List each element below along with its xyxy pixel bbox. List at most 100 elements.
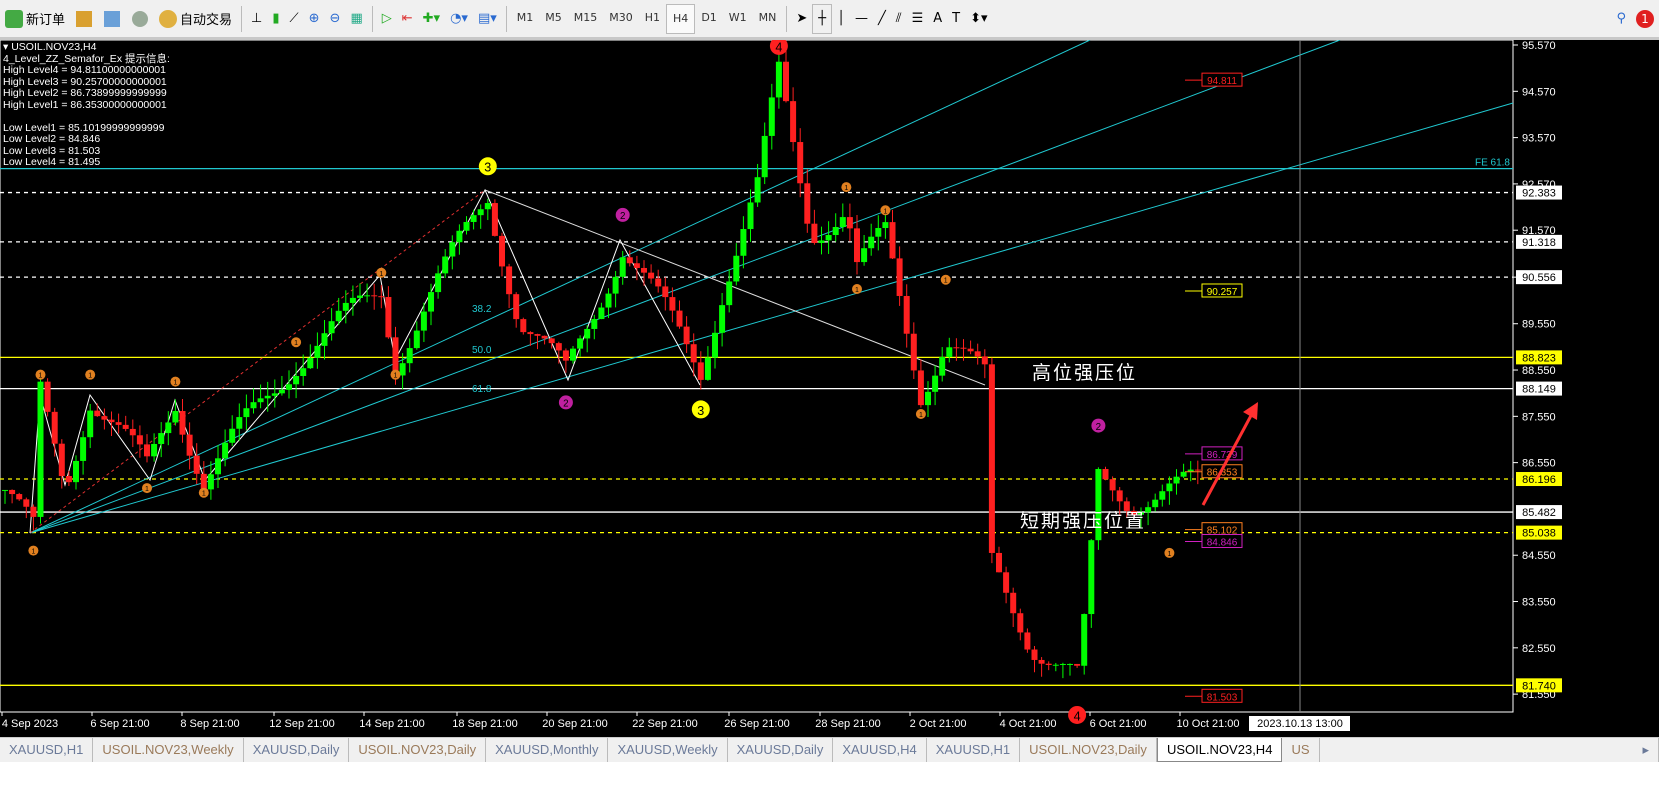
chart-tab[interactable]: XAUUSD,H1 — [0, 738, 94, 762]
x-tick-label: 4 Sep 2023 — [2, 718, 58, 730]
candle — [286, 370, 292, 399]
candle-body — [974, 351, 981, 357]
timeframe-m30[interactable]: M30 — [603, 4, 639, 32]
crosshair-icon[interactable]: ┼ — [812, 3, 833, 34]
text-label-icon[interactable]: T — [947, 5, 965, 33]
candle-body — [1152, 499, 1159, 508]
timeframe-h4[interactable]: H4 — [666, 3, 696, 34]
search-icon[interactable]: ⚲ — [1611, 5, 1631, 33]
candle — [335, 297, 342, 326]
chart-tab[interactable]: USOIL.NOV23,Daily — [349, 738, 487, 762]
timeframe-m1[interactable]: M1 — [511, 4, 540, 32]
indicators-icon[interactable]: ✚▾ — [418, 5, 445, 33]
vertical-line-icon[interactable]: │ — [832, 5, 850, 33]
zoom-out-icon[interactable]: ⊖ — [325, 5, 346, 33]
candle-body — [1173, 476, 1180, 484]
templates-icon[interactable]: ▤▾ — [473, 5, 502, 33]
candle — [598, 302, 605, 320]
candle-body — [428, 292, 434, 312]
candle — [435, 265, 442, 299]
candle-body — [541, 335, 548, 339]
new-order-button[interactable]: 新订单 — [0, 5, 70, 33]
periods-icon[interactable]: ◔▾ — [445, 5, 473, 33]
high-resistance-label: 高位强压位 — [1032, 362, 1138, 384]
chart-shift-icon[interactable]: ⇤ — [397, 5, 418, 33]
candle-body — [264, 395, 271, 399]
candle-body — [1003, 572, 1010, 593]
cursor-icon[interactable]: ➤ — [791, 5, 812, 33]
chart-tab[interactable]: USOIL.NOV23,H4 — [1156, 738, 1283, 762]
timeframe-m15[interactable]: M15 — [568, 4, 604, 32]
candle — [342, 290, 349, 324]
semafor-number: 1 — [1167, 551, 1171, 558]
candle-body — [16, 494, 23, 500]
timeframe-w1[interactable]: W1 — [723, 4, 753, 32]
chart-tab[interactable]: XAUUSD,Daily — [244, 738, 350, 762]
candle-body — [23, 499, 30, 507]
candle — [939, 347, 946, 382]
candle-body — [413, 330, 420, 349]
candle-body — [165, 422, 172, 434]
candle-body — [399, 363, 406, 376]
bar-chart-icon[interactable]: ⊥ — [246, 5, 267, 33]
candle-body — [1088, 540, 1095, 615]
candle — [477, 204, 484, 229]
chart-window[interactable]: FE 61.8 38.2 50.0 61.8 4 3 3 4 2 2 2 1 1 1 1 1 1 1 1 1 1 1 1 1 1… — [0, 36, 1659, 737]
candle-body — [94, 410, 101, 417]
candle-body — [520, 319, 527, 333]
candle — [442, 249, 449, 279]
auto-trading-button[interactable]: 自动交易 — [154, 5, 237, 33]
notifications-button[interactable]: 1 — [1631, 5, 1659, 33]
trendline — [29, 39, 1091, 534]
signals-icon[interactable] — [132, 10, 149, 27]
chart-tab[interactable]: XAUUSD,Weekly — [608, 738, 728, 762]
candle — [967, 340, 974, 355]
candle — [307, 344, 314, 370]
candle-body — [925, 391, 931, 406]
candle-body — [683, 326, 690, 345]
candle-body — [790, 101, 797, 143]
chart-tab[interactable]: XAUUSD,H1 — [927, 738, 1021, 762]
chart-tab[interactable]: USOIL.NOV23,Weekly — [93, 738, 244, 762]
timeframe-mn[interactable]: MN — [753, 4, 783, 32]
candle-body — [641, 267, 647, 273]
chart-tab[interactable]: XAUUSD,Monthly — [486, 738, 609, 762]
zoom-in-icon[interactable]: ⊕ — [304, 5, 325, 33]
trendline-icon[interactable]: ╱ — [873, 5, 891, 33]
timeframe-d1[interactable]: D1 — [695, 4, 722, 32]
autoscroll-icon[interactable]: ▷ — [377, 5, 397, 33]
equidistant-channel-icon[interactable]: ⫽ — [891, 5, 907, 33]
fibonacci-icon[interactable]: ☰ — [907, 5, 929, 33]
text-icon[interactable]: A — [928, 5, 947, 33]
chart-tab[interactable]: US — [1282, 738, 1320, 762]
separator — [371, 5, 373, 32]
candle-body — [207, 474, 214, 490]
chart-tab[interactable]: XAUUSD,H4 — [833, 738, 927, 762]
candle — [136, 425, 143, 458]
chart-tab[interactable]: USOIL.NOV23,Daily — [1020, 738, 1157, 762]
navigator-icon[interactable] — [104, 10, 121, 27]
timeframe-h1[interactable]: H1 — [639, 4, 666, 32]
chart-tab[interactable]: XAUUSD,Daily — [728, 738, 834, 762]
candle-body — [626, 257, 633, 264]
candle-body — [435, 273, 442, 293]
price-chart[interactable]: FE 61.8 38.2 50.0 61.8 4 3 3 4 2 2 2 1 1 1 1 1 1 1 1 1 1 1 1 1 1… — [0, 36, 1659, 737]
candlestick-chart-icon[interactable]: ▮ — [267, 5, 284, 33]
candle-body — [186, 434, 193, 456]
timeframe-m5[interactable]: M5 — [539, 4, 568, 32]
trendline — [484, 189, 986, 386]
market-watch-icon[interactable] — [76, 10, 93, 27]
candle — [946, 337, 953, 363]
trendline — [29, 102, 1514, 534]
arrows-icon[interactable]: ⬍▾ — [965, 5, 992, 33]
candle — [775, 48, 782, 109]
tab-scroll-right-icon[interactable]: ▸ — [1633, 738, 1659, 762]
candle — [385, 286, 392, 339]
tile-windows-icon[interactable]: ▦ — [345, 5, 367, 33]
line-chart-icon[interactable]: ⟋ — [285, 5, 304, 33]
candle — [683, 316, 690, 353]
candle — [44, 378, 51, 417]
horizontal-line-icon[interactable]: — — [850, 5, 873, 33]
candle-body — [456, 230, 463, 243]
candle-body — [129, 428, 136, 436]
